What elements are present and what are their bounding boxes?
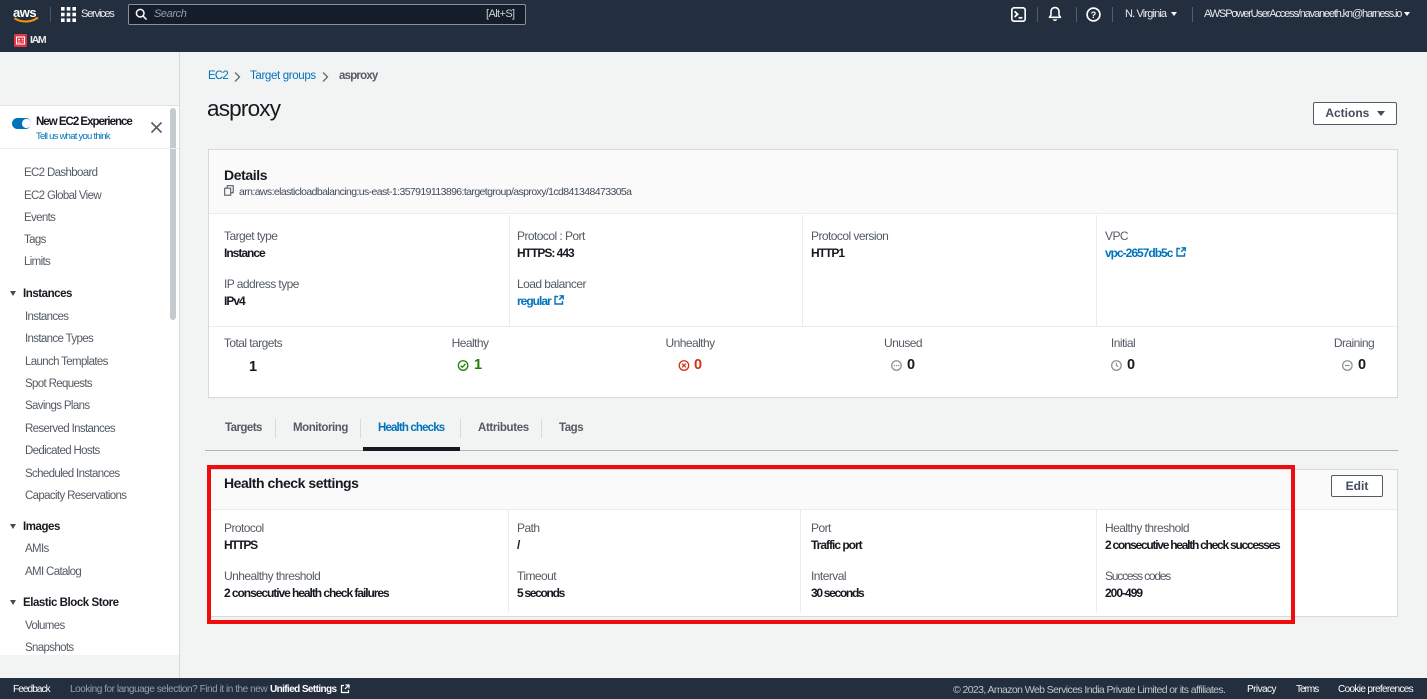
svg-text:?: ? bbox=[1091, 10, 1097, 20]
svg-text:aws: aws bbox=[13, 5, 36, 20]
